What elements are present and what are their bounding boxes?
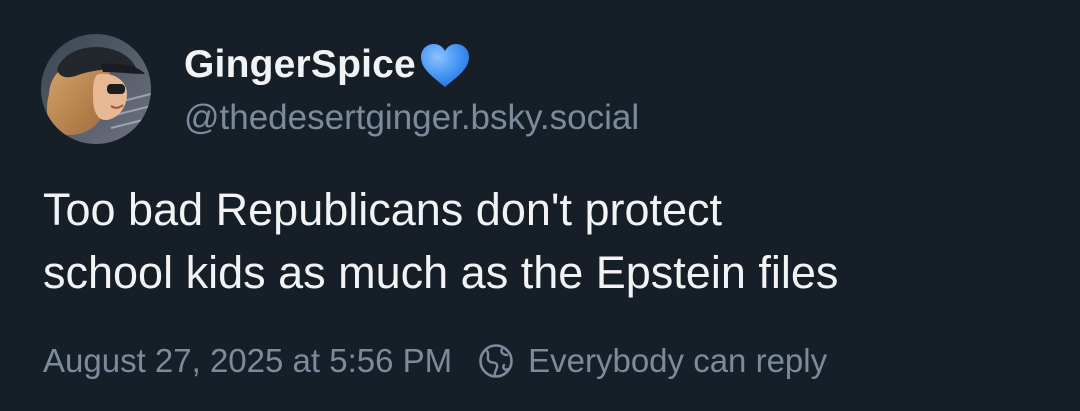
post-meta: August 27, 2025 at 5:56 PM Everybody can… — [43, 338, 827, 384]
avatar[interactable] — [41, 34, 151, 144]
blue-heart-icon — [419, 43, 471, 89]
reply-setting-label: Everybody can reply — [528, 342, 828, 379]
globe-icon — [478, 343, 514, 379]
reply-setting[interactable]: Everybody can reply — [478, 342, 827, 380]
author-name-row: GingerSpice — [184, 40, 471, 90]
post-text-line: Too bad Republicans don't protect — [43, 184, 723, 235]
post-card: GingerSpice @thedesertginger.bsky.social… — [0, 0, 1080, 411]
profile-photo-icon — [41, 34, 151, 144]
post-timestamp[interactable]: August 27, 2025 at 5:56 PM — [43, 342, 452, 380]
display-name[interactable]: GingerSpice — [184, 43, 416, 87]
author-handle[interactable]: @thedesertginger.bsky.social — [184, 98, 639, 138]
post-text: Too bad Republicans don't protect school… — [43, 178, 1043, 304]
post-text-line: school kids as much as the Epstein files — [43, 247, 839, 298]
